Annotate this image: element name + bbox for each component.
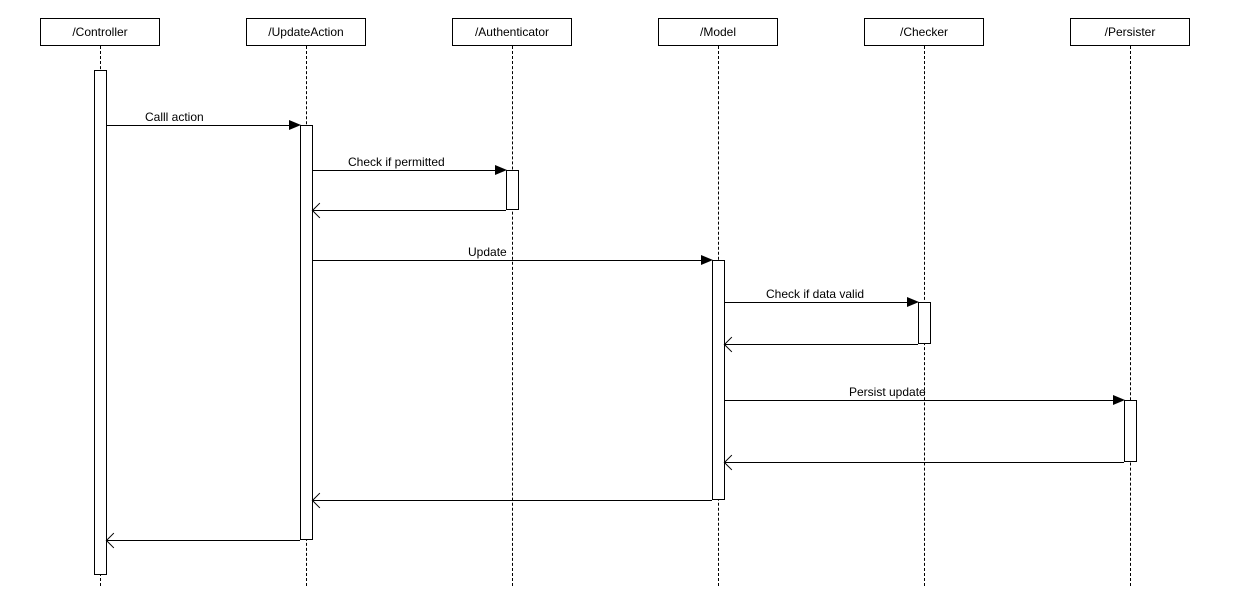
activation-controller: [94, 70, 107, 575]
msg-return: [725, 462, 1124, 463]
arrow-icon: [312, 493, 328, 509]
msg-checkpermitted: [313, 170, 504, 171]
msg-checkdatavalid: [725, 302, 916, 303]
msg-update: [313, 260, 710, 261]
msg-return: [313, 500, 712, 501]
arrow-icon: [907, 297, 919, 307]
activation-model: [712, 260, 725, 500]
arrow-icon: [106, 533, 122, 549]
lifeline-checker: /Checker: [864, 18, 984, 46]
msg-label-persistupdate: Persist update: [849, 385, 926, 399]
msg-label-checkdatavalid: Check if data valid: [766, 287, 864, 301]
arrow-icon: [1113, 395, 1125, 405]
arrow-icon: [495, 165, 507, 175]
activation-updateaction: [300, 125, 313, 540]
msg-return: [725, 344, 918, 345]
arrow-icon: [724, 455, 740, 471]
msg-return: [107, 540, 300, 541]
lifeline-label: /Checker: [900, 25, 948, 39]
arrow-icon: [289, 120, 301, 130]
lifeline-persister: /Persister: [1070, 18, 1190, 46]
lifeline-label: /Persister: [1105, 25, 1156, 39]
activation-checker: [918, 302, 931, 344]
activation-authenticator: [506, 170, 519, 210]
msg-return: [313, 210, 506, 211]
lifeline-dash: [1130, 46, 1131, 586]
lifeline-controller: /Controller: [40, 18, 160, 46]
lifeline-label: /Authenticator: [475, 25, 549, 39]
activation-persister: [1124, 400, 1137, 462]
lifeline-label: /UpdateAction: [268, 25, 343, 39]
msg-persistupdate: [725, 400, 1122, 401]
msg-label-callaction: Calll action: [145, 110, 204, 124]
lifeline-authenticator: /Authenticator: [452, 18, 572, 46]
lifeline-label: /Controller: [72, 25, 127, 39]
lifeline-updateaction: /UpdateAction: [246, 18, 366, 46]
lifeline-model: /Model: [658, 18, 778, 46]
lifeline-dash: [512, 46, 513, 586]
lifeline-label: /Model: [700, 25, 736, 39]
msg-label-update: Update: [468, 245, 507, 259]
arrow-icon: [724, 337, 740, 353]
sequence-diagram: /Controller /UpdateAction /Authenticator…: [0, 0, 1250, 599]
arrow-icon: [312, 203, 328, 219]
msg-label-checkpermitted: Check if permitted: [348, 155, 445, 169]
arrow-icon: [701, 255, 713, 265]
msg-callaction: [107, 125, 298, 126]
